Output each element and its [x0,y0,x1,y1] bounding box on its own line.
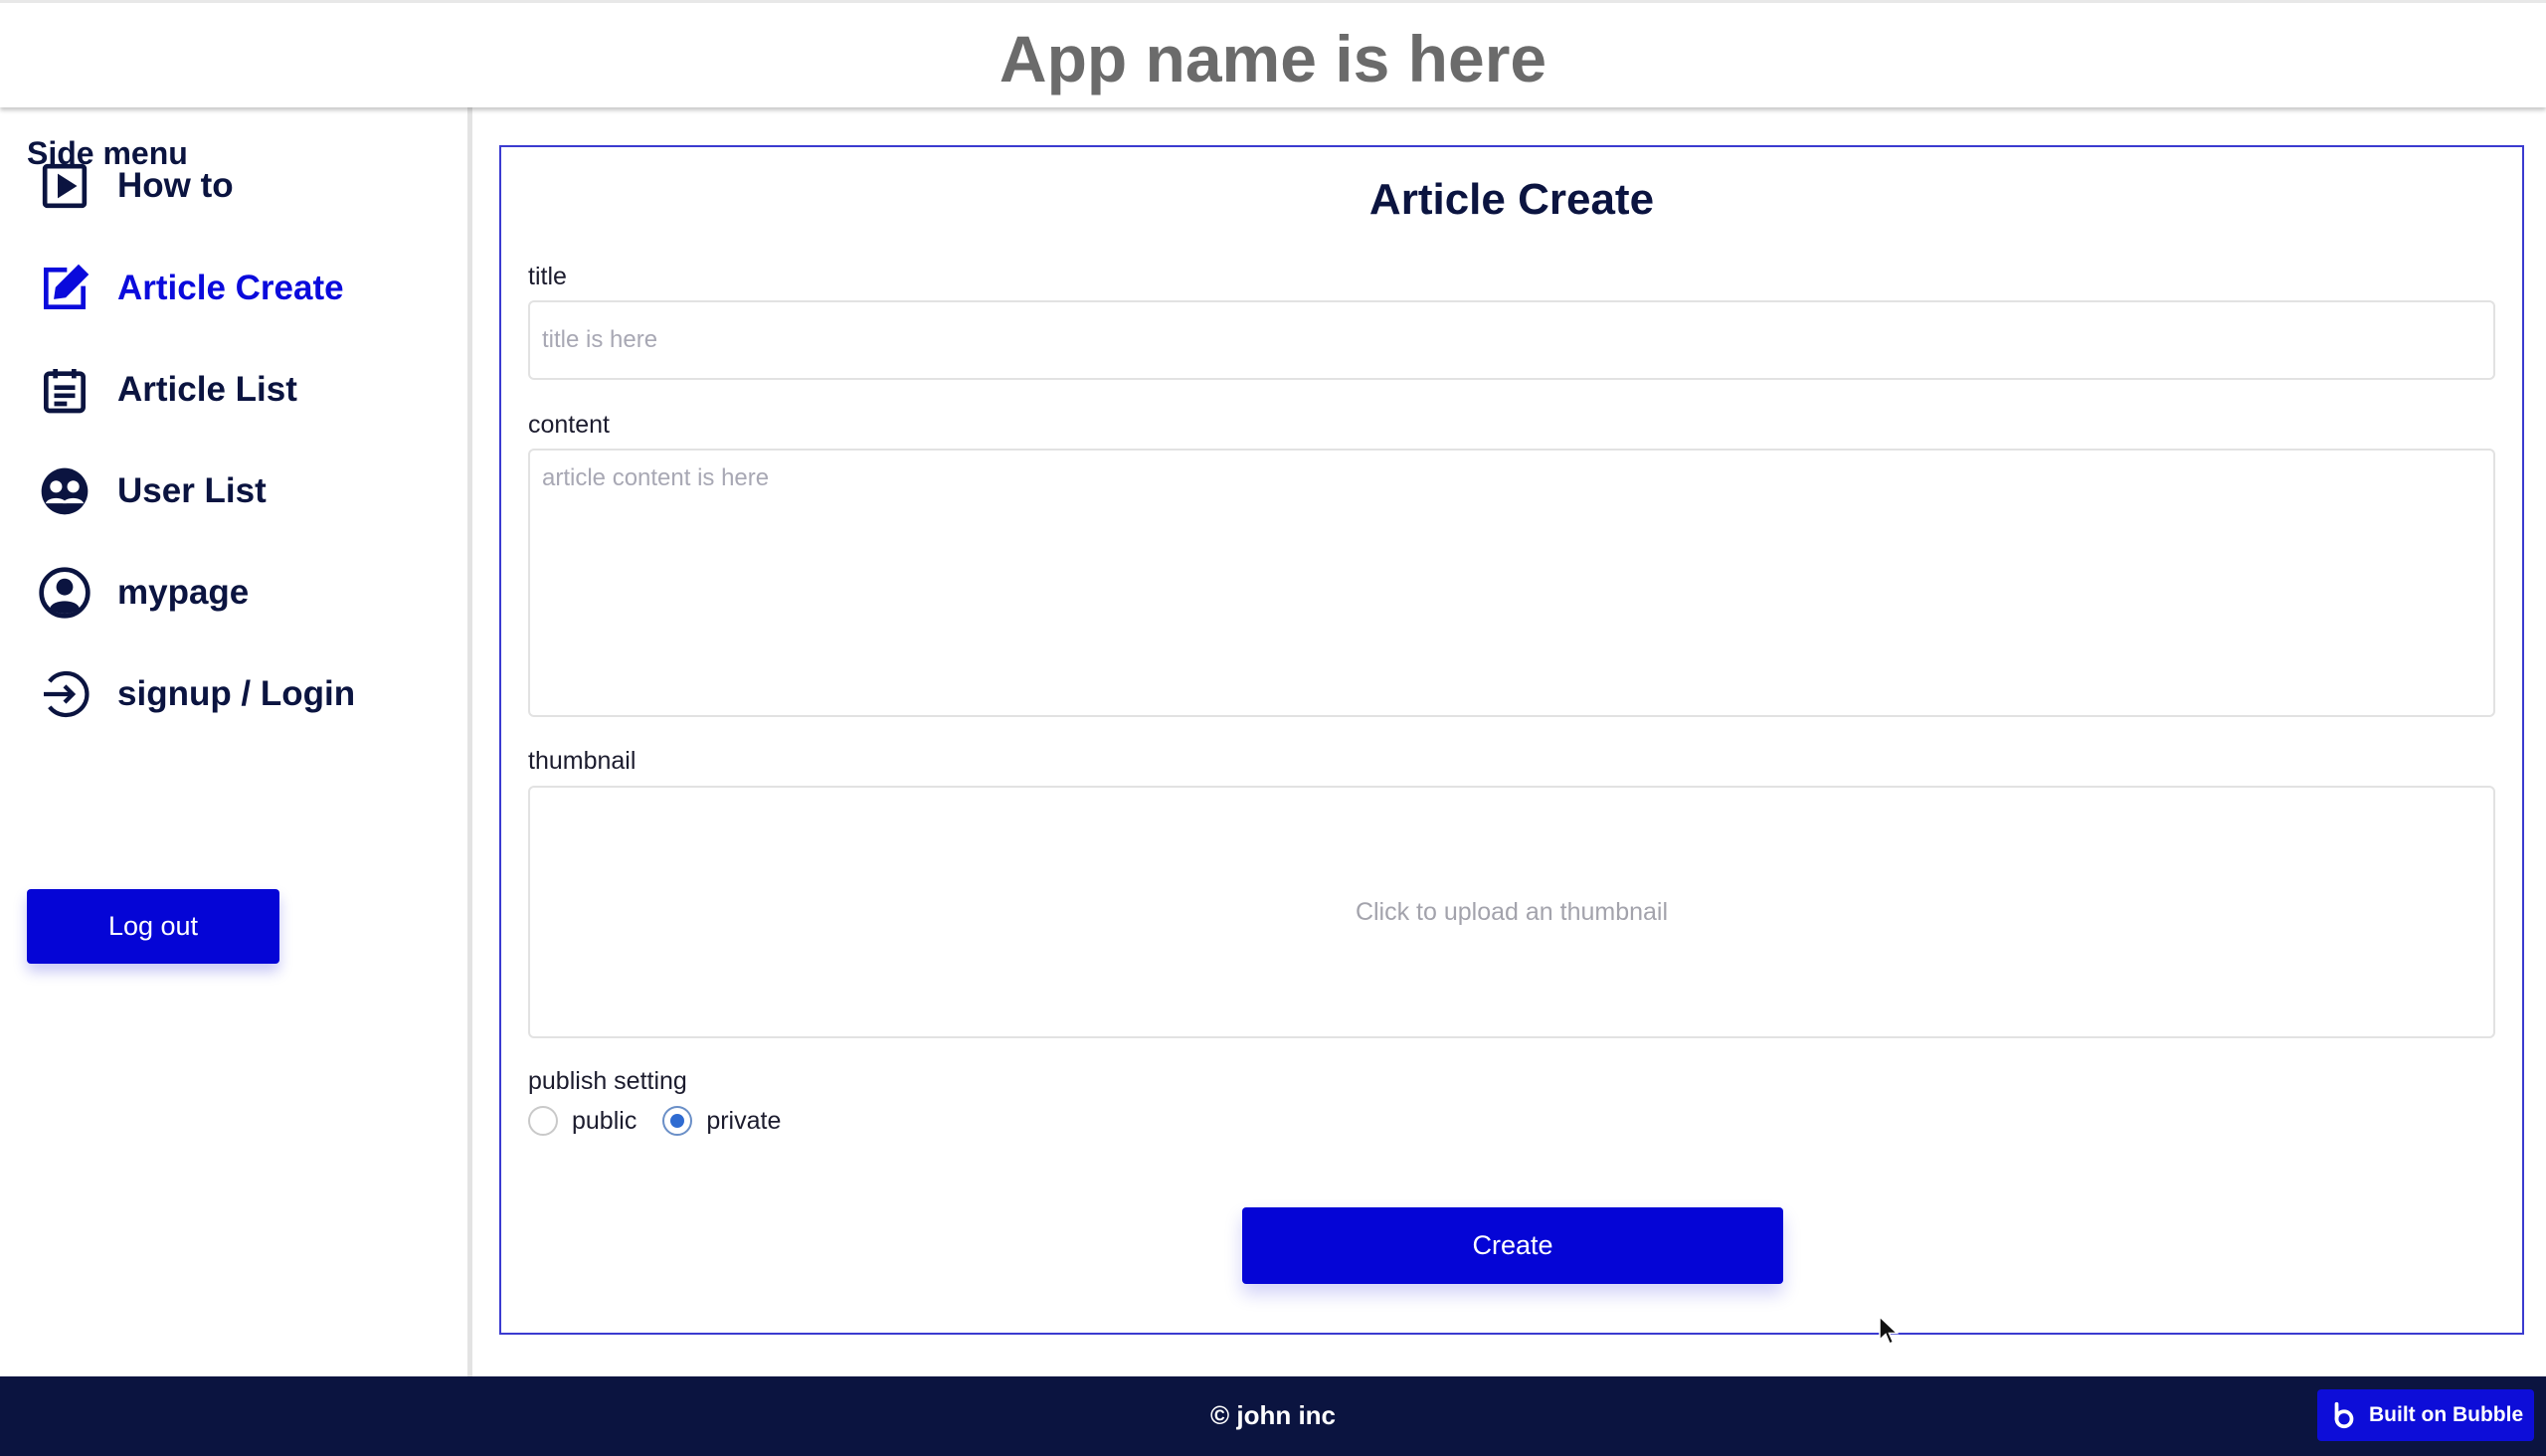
radio-label-public: public [572,1106,637,1135]
radio-label-private: private [706,1106,782,1135]
thumbnail-field-label: thumbnail [528,747,636,775]
sidebar-item-article-create[interactable]: Article Create [34,254,452,323]
radio-button-private[interactable] [662,1106,693,1136]
app-title: App name is here [999,22,1547,95]
users-icon [34,460,95,522]
built-on-bubble-label: Built on Bubble [2369,1403,2524,1426]
page-title: Article Create [1368,175,1655,224]
sidebar-item-mypage[interactable]: mypage [34,558,452,628]
publish-setting-radio-group: public private [528,1106,807,1136]
sidebar-item-label: signup / Login [117,674,356,713]
edit-icon [34,258,95,319]
user-circle-icon [34,562,95,624]
radio-option-private[interactable]: private [662,1106,781,1136]
sidebar-item-signup-login[interactable]: signup / Login [34,659,452,729]
radio-option-public[interactable]: public [528,1106,636,1136]
sidebar-item-article-list[interactable]: Article List [34,355,452,425]
built-on-bubble-badge[interactable]: Built on Bubble [2317,1389,2534,1441]
list-icon [34,359,95,421]
thumbnail-upload[interactable]: Click to upload an thumbnail [528,786,2495,1038]
footer: © john inc Built on Bubble [0,1376,2546,1456]
login-icon [34,663,95,725]
sidebar-item-label: mypage [117,573,250,612]
create-button[interactable]: Create [1242,1207,1783,1284]
footer-copyright: © john inc [1209,1400,1337,1430]
play-icon [34,155,95,217]
content-field-label: content [528,411,611,439]
title-input[interactable] [528,300,2495,380]
bubble-logo-icon [2334,1401,2354,1429]
mouse-cursor-icon [1879,1315,1900,1345]
sidebar-item-label: How to [117,166,234,205]
sidebar-item-label: Article List [117,370,297,409]
sidebar-item-how-to[interactable]: How to [34,151,452,221]
publish-setting-label: publish setting [528,1067,687,1095]
radio-button-public[interactable] [528,1106,558,1136]
sidebar-item-label: Article Create [117,269,344,307]
title-field-label: title [528,263,567,290]
sidebar-item-user-list[interactable]: User List [34,456,452,526]
side-menu: Side menu How to Article Create Article … [0,107,472,1376]
thumbnail-upload-text: Click to upload an thumbnail [1355,897,1669,926]
app-header: App name is here [0,0,2546,107]
sidebar-item-label: User List [117,471,267,510]
article-create-panel: Article Create title content thumbnail C… [499,145,2524,1335]
logout-button[interactable]: Log out [27,889,279,964]
content-textarea[interactable] [528,449,2495,717]
